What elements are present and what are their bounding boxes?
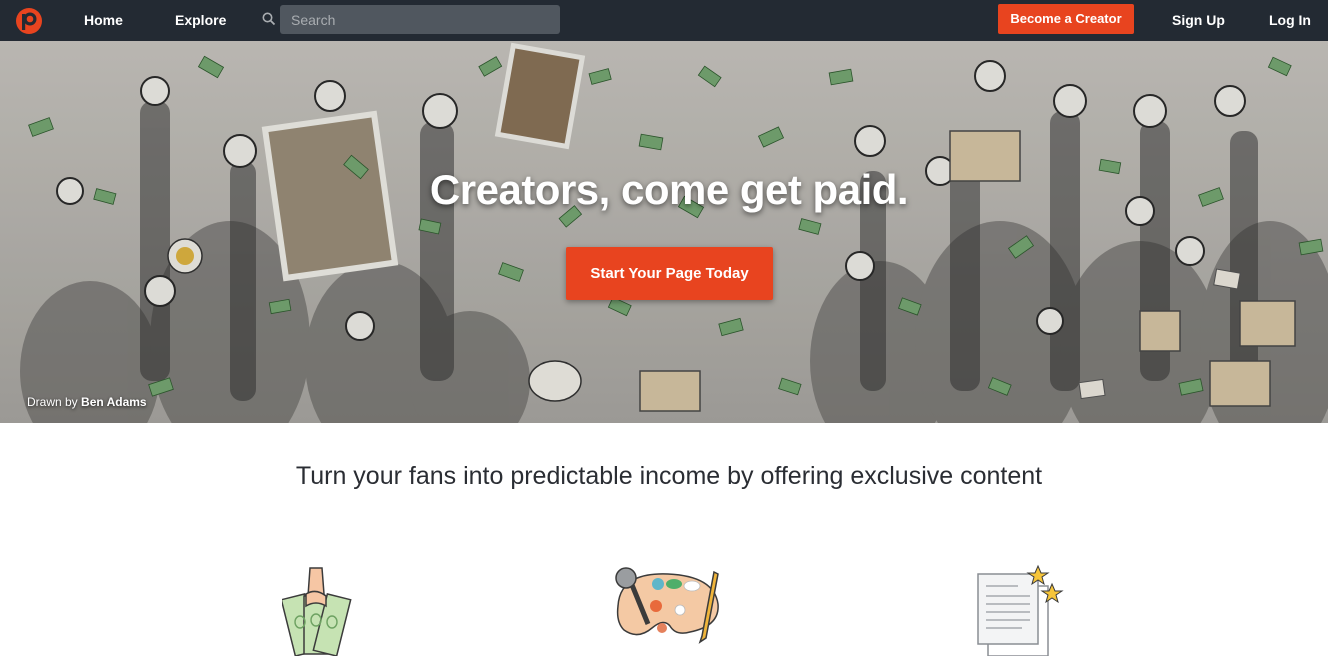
illustration-credit: Drawn by Ben Adams	[27, 395, 147, 409]
credit-prefix: Drawn by	[27, 395, 78, 409]
nav-home-link[interactable]: Home	[84, 0, 123, 41]
patreon-logo-icon[interactable]	[14, 6, 44, 36]
hero-banner: Creators, come get paid. Start Your Page…	[0, 41, 1328, 423]
value-proposition-heading: Turn your fans into predictable income b…	[295, 462, 1043, 490]
nav-explore-link[interactable]: Explore	[175, 0, 226, 41]
hero-title: Creators, come get paid.	[429, 166, 909, 213]
hero-illustration	[0, 41, 1328, 423]
art-palette-microphone-icon	[615, 567, 719, 644]
search-input[interactable]	[280, 5, 560, 34]
money-hand-icon	[282, 567, 352, 656]
credit-artist-name: Ben Adams	[81, 395, 147, 409]
become-creator-button[interactable]: Become a Creator	[998, 4, 1134, 34]
top-navigation-bar: Home Explore Become a Creator Sign Up Lo…	[0, 0, 1328, 41]
log-in-link[interactable]: Log In	[1269, 0, 1311, 41]
sign-up-link[interactable]: Sign Up	[1172, 0, 1225, 41]
documents-stars-icon	[977, 564, 1064, 656]
search-icon	[262, 12, 276, 26]
start-your-page-button[interactable]: Start Your Page Today	[566, 247, 773, 300]
